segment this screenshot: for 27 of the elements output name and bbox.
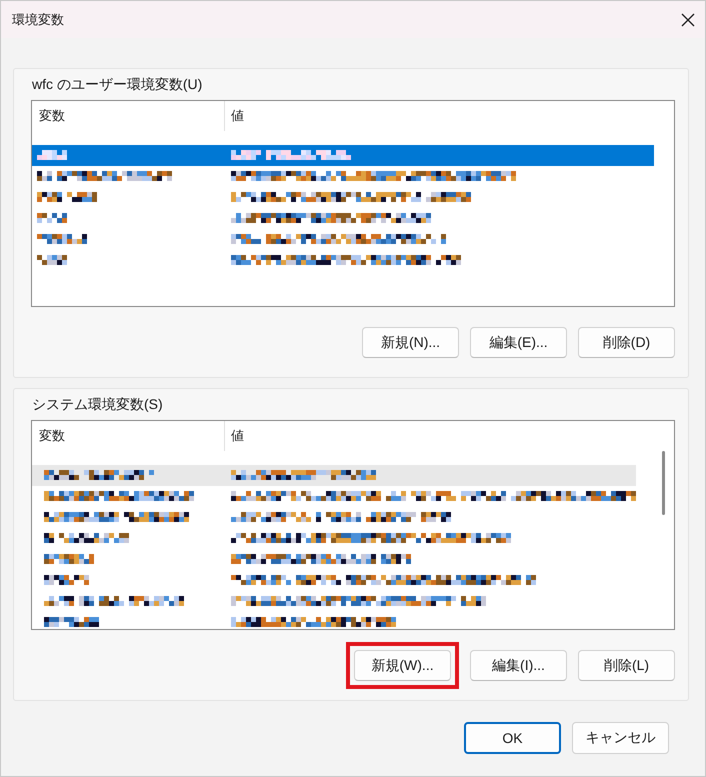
- pixelated-text-drawing: [37, 212, 67, 222]
- dialog-button[interactable]: OK: [464, 722, 561, 754]
- group-label: システム環境変数(S): [31, 395, 164, 414]
- close-icon[interactable]: [681, 12, 695, 26]
- column-header[interactable]: 値: [225, 107, 244, 125]
- column-header[interactable]: 変数: [39, 427, 65, 445]
- window-title: 環境変数: [12, 10, 64, 28]
- pixelated-text-drawing: [44, 574, 89, 584]
- list-row[interactable]: [32, 465, 636, 486]
- scrollbar-thumb[interactable]: [662, 451, 665, 515]
- dialog-button[interactable]: 新規(N)...: [362, 327, 459, 358]
- dialog-button[interactable]: 削除(L): [578, 650, 675, 681]
- pixelated-text-drawing: [37, 234, 87, 244]
- dialog-button[interactable]: キャンセル: [572, 722, 669, 754]
- dialog-button[interactable]: 編集(E)...: [470, 327, 567, 358]
- column-header[interactable]: 変数: [39, 107, 65, 125]
- list-box[interactable]: 変数 値: [31, 420, 675, 630]
- pixelated-text-drawing: [44, 616, 99, 626]
- column-header[interactable]: 値: [225, 427, 244, 445]
- dialog-button[interactable]: 削除(D): [578, 327, 675, 358]
- dialog-button[interactable]: 新規(W)...: [354, 650, 451, 681]
- pixelated-text-drawing: [37, 254, 67, 264]
- pixelated-text-drawing: [44, 554, 94, 564]
- pixelated-text-drawing: [37, 150, 67, 160]
- dialog-button[interactable]: 編集(I)...: [470, 650, 567, 681]
- group-label: wfc のユーザー環境変数(U): [31, 75, 204, 94]
- list-box[interactable]: 変数 値: [31, 100, 675, 307]
